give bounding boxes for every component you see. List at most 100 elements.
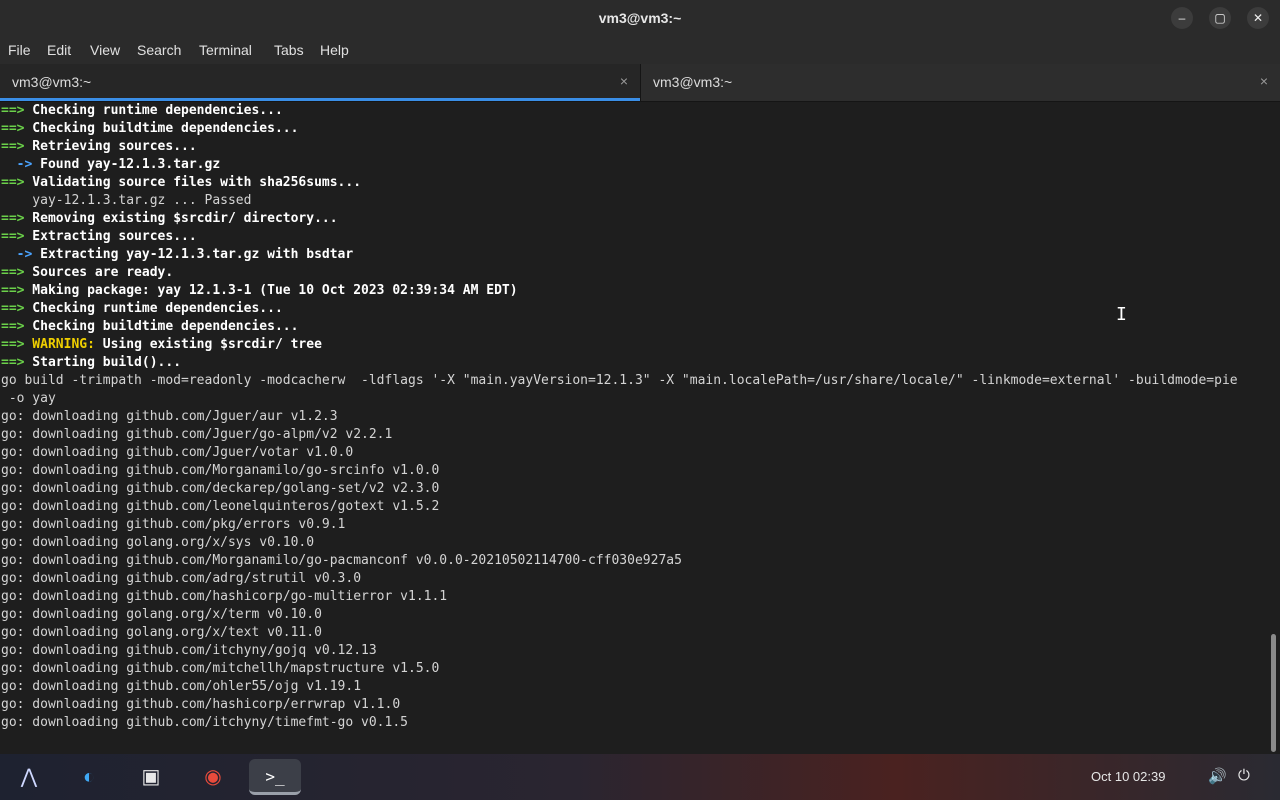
- menu-help[interactable]: Help: [320, 42, 349, 58]
- menu-view[interactable]: View: [90, 42, 120, 58]
- line-text: go: downloading github.com/Jguer/aur v1.…: [1, 409, 338, 424]
- tab-2[interactable]: vm3@vm3:~ ×: [640, 64, 1280, 101]
- sub-arrow-prefix: ->: [1, 157, 33, 172]
- line-text: Validating source files with sha256sums.…: [24, 175, 362, 190]
- terminal-scrollbar[interactable]: [1268, 102, 1280, 754]
- line-text: go: downloading github.com/itchyny/gojq …: [1, 643, 377, 658]
- terminal-line: go: downloading github.com/Jguer/go-alpm…: [1, 426, 1238, 444]
- terminal-line: ==> Starting build()...: [1, 354, 1238, 372]
- line-text: go: downloading github.com/Jguer/go-alpm…: [1, 427, 393, 442]
- line-text: Checking runtime dependencies...: [24, 103, 283, 118]
- browser-globe-icon[interactable]: ◐: [71, 759, 107, 795]
- terminal-line: go: downloading github.com/deckarep/gola…: [1, 480, 1238, 498]
- menu-search[interactable]: Search: [137, 42, 181, 58]
- line-text: go: downloading github.com/hashicorp/err…: [1, 697, 401, 712]
- line-text: go: downloading github.com/Morganamilo/g…: [1, 463, 440, 478]
- line-text: Extracting yay-12.1.3.tar.gz with bsdtar: [32, 247, 354, 262]
- menu-terminal[interactable]: Terminal: [199, 42, 252, 58]
- tab-1[interactable]: vm3@vm3:~ ×: [0, 64, 640, 101]
- arrow-prefix: ==>: [1, 121, 25, 136]
- chrome-icon[interactable]: ◉: [195, 759, 231, 795]
- line-text: go: downloading github.com/mitchellh/map…: [1, 661, 440, 676]
- line-text: Checking buildtime dependencies...: [24, 319, 299, 334]
- tab-close-icon[interactable]: ×: [620, 73, 628, 89]
- volume-icon[interactable]: 🔊: [1208, 767, 1227, 785]
- arrow-prefix: ==>: [1, 139, 25, 154]
- terminal-line: go: downloading github.com/pkg/errors v0…: [1, 516, 1238, 534]
- terminal-line: ==> Making package: yay 12.1.3-1 (Tue 10…: [1, 282, 1238, 300]
- text-cursor-icon: I: [1116, 304, 1127, 325]
- minimize-button[interactable]: –: [1171, 7, 1193, 29]
- line-text: Making package: yay 12.1.3-1 (Tue 10 Oct…: [24, 283, 518, 298]
- terminal-line: go: downloading golang.org/x/text v0.11.…: [1, 624, 1238, 642]
- warning-label: WARNING:: [24, 337, 95, 352]
- line-text: go: downloading github.com/hashicorp/go-…: [1, 589, 448, 604]
- terminal-output[interactable]: ==> Checking runtime dependencies... ==> …: [0, 102, 1268, 754]
- terminal-line: yay-12.1.3.tar.gz ... Passed: [1, 192, 1238, 210]
- arrow-prefix: ==>: [1, 229, 25, 244]
- arrow-prefix: ==>: [1, 337, 25, 352]
- window-title: vm3@vm3:~: [598, 10, 682, 26]
- line-text: go: downloading github.com/Morganamilo/g…: [1, 553, 682, 568]
- line-text: Checking runtime dependencies...: [24, 301, 283, 316]
- menu-file[interactable]: File: [8, 42, 31, 58]
- terminal-line: go build -trimpath -mod=readonly -modcac…: [1, 372, 1238, 390]
- line-text: Retrieving sources...: [24, 139, 197, 154]
- terminal-line: go: downloading golang.org/x/sys v0.10.0: [1, 534, 1238, 552]
- line-text: go: downloading github.com/Jguer/votar v…: [1, 445, 354, 460]
- sub-arrow-prefix: ->: [1, 247, 33, 262]
- arrow-prefix: ==>: [1, 319, 25, 334]
- terminal-line: go: downloading github.com/itchyny/timef…: [1, 714, 1238, 732]
- line-text: go: downloading golang.org/x/term v0.10.…: [1, 607, 322, 622]
- terminal-lines: ==> Checking runtime dependencies... ==> …: [1, 102, 1238, 732]
- tab-label: vm3@vm3:~: [12, 74, 92, 90]
- line-text: go: downloading golang.org/x/sys v0.10.0: [1, 535, 315, 550]
- menu-tabs[interactable]: Tabs: [274, 42, 304, 58]
- terminal-line: go: downloading github.com/hashicorp/err…: [1, 696, 1238, 714]
- line-text: go: downloading github.com/pkg/errors v0…: [1, 517, 346, 532]
- line-text: Extracting sources...: [24, 229, 197, 244]
- close-button[interactable]: ✕: [1247, 7, 1269, 29]
- terminal-line: -o yay: [1, 390, 1238, 408]
- menu-bar: File Edit View Search Terminal Tabs Help: [0, 36, 1280, 64]
- arrow-prefix: ==>: [1, 301, 25, 316]
- launcher-icon[interactable]: ⋀: [11, 759, 47, 795]
- terminal-line: go: downloading github.com/ohler55/ojg v…: [1, 678, 1238, 696]
- line-text: go: downloading github.com/deckarep/gola…: [1, 481, 440, 496]
- terminal-line: go: downloading github.com/mitchellh/map…: [1, 660, 1238, 678]
- terminal-line: go: downloading golang.org/x/term v0.10.…: [1, 606, 1238, 624]
- terminal-line: ==> Checking buildtime dependencies...: [1, 318, 1238, 336]
- line-text: Removing existing $srcdir/ directory...: [24, 211, 338, 226]
- scrollbar-thumb[interactable]: [1271, 634, 1276, 752]
- terminal-line: go: downloading github.com/Jguer/aur v1.…: [1, 408, 1238, 426]
- line-text: -o yay: [1, 391, 56, 406]
- terminal-line: ==> Retrieving sources...: [1, 138, 1238, 156]
- power-icon[interactable]: ⏻: [1238, 767, 1250, 784]
- terminal-line: ==> WARNING: Using existing $srcdir/ tre…: [1, 336, 1238, 354]
- arrow-prefix: ==>: [1, 283, 25, 298]
- terminal-line: go: downloading github.com/adrg/strutil …: [1, 570, 1238, 588]
- menu-edit[interactable]: Edit: [47, 42, 71, 58]
- tab-label: vm3@vm3:~: [653, 74, 733, 90]
- line-text: go: downloading github.com/adrg/strutil …: [1, 571, 362, 586]
- arrow-prefix: ==>: [1, 175, 25, 190]
- maximize-button[interactable]: ▢: [1209, 7, 1231, 29]
- terminal-icon[interactable]: >_: [249, 759, 301, 795]
- line-text: go: downloading github.com/itchyny/timef…: [1, 715, 408, 730]
- terminal-line: -> Extracting yay-12.1.3.tar.gz with bsd…: [1, 246, 1238, 264]
- terminal-line: go: downloading github.com/itchyny/gojq …: [1, 642, 1238, 660]
- clock[interactable]: Oct 10 02:39: [1091, 769, 1165, 784]
- line-text: Sources are ready.: [24, 265, 174, 280]
- window-titlebar[interactable]: vm3@vm3:~ – ▢ ✕: [0, 0, 1280, 36]
- line-text: go: downloading github.com/leonelquinter…: [1, 499, 440, 514]
- arrow-prefix: ==>: [1, 355, 25, 370]
- line-text: go build -trimpath -mod=readonly -modcac…: [1, 373, 1238, 388]
- terminal-line: ==> Sources are ready.: [1, 264, 1238, 282]
- tab-close-icon[interactable]: ×: [1260, 73, 1268, 89]
- arrow-prefix: ==>: [1, 211, 25, 226]
- terminal-line: ==> Removing existing $srcdir/ directory…: [1, 210, 1238, 228]
- terminal-line: ==> Validating source files with sha256s…: [1, 174, 1238, 192]
- app-store-icon[interactable]: ▣: [133, 759, 169, 795]
- terminal-line: ==> Extracting sources...: [1, 228, 1238, 246]
- line-text: Found yay-12.1.3.tar.gz: [32, 157, 221, 172]
